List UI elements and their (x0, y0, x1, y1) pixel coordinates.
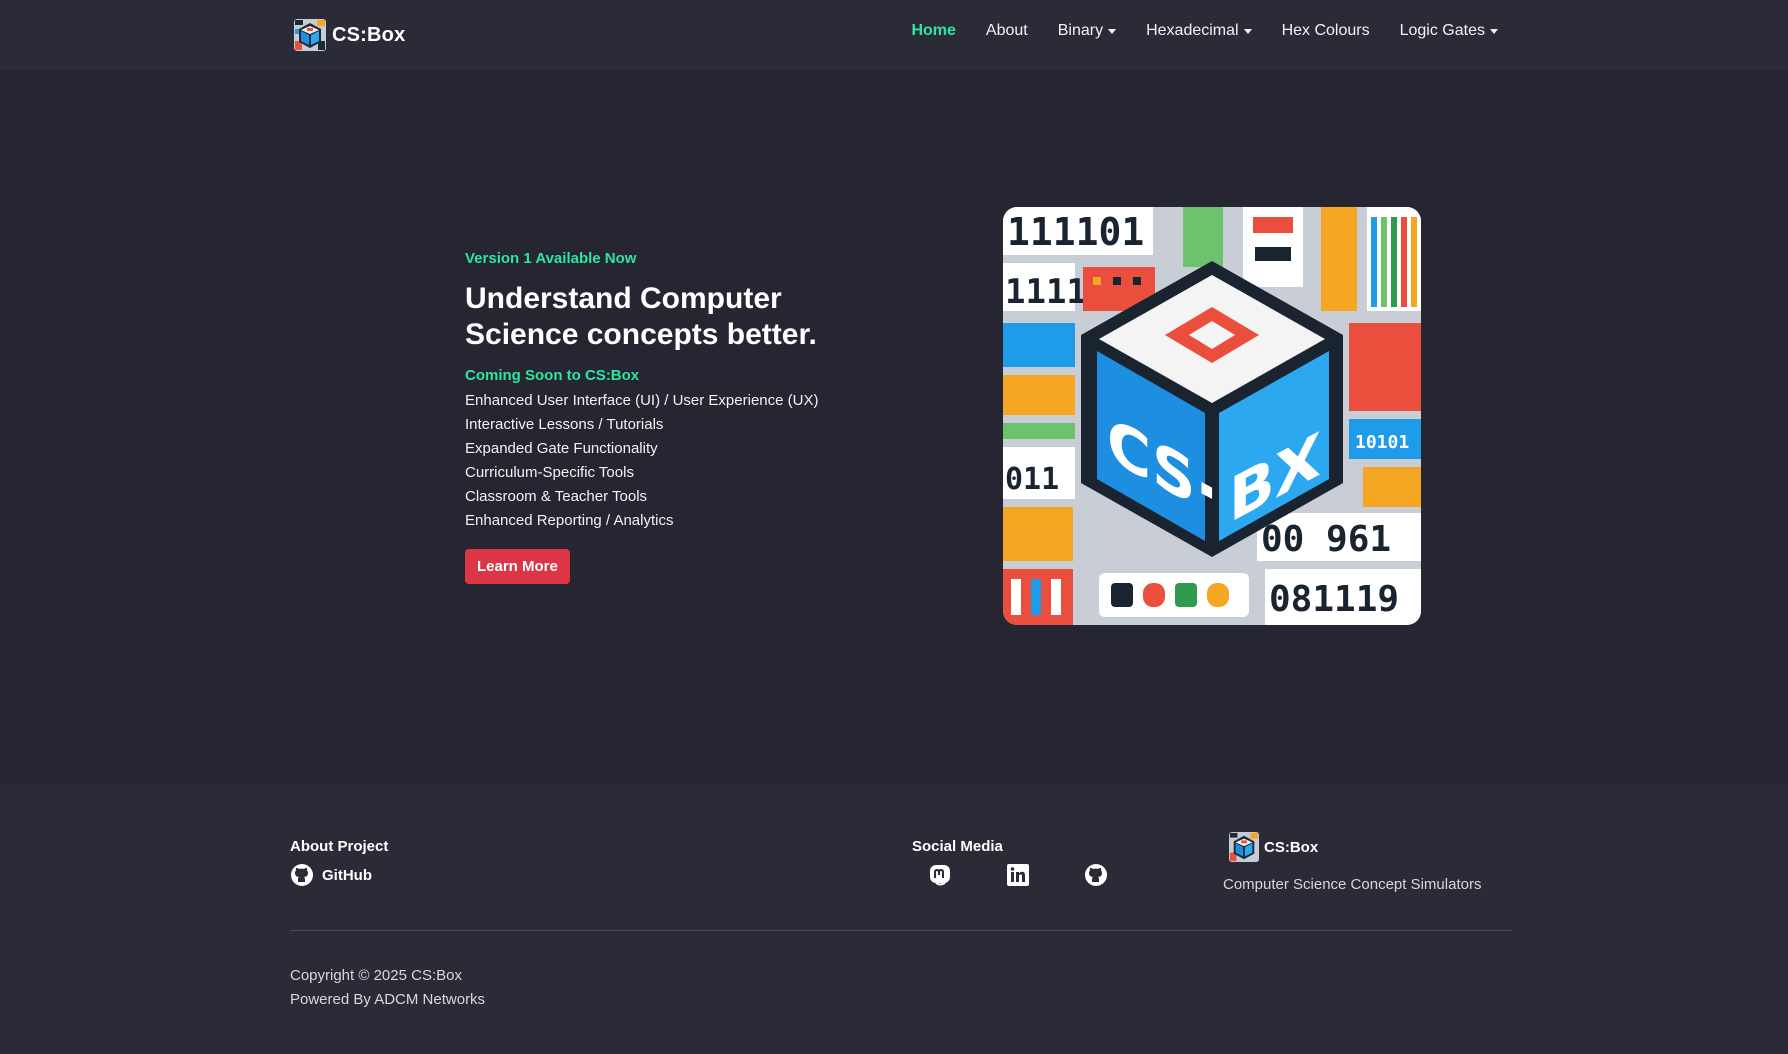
nav-logic-gates-label: Logic Gates (1399, 22, 1485, 39)
nav-links: Home About Binary Hexadecimal Hex Colour… (911, 22, 1498, 40)
hero-headline-line-1: Understand Computer (465, 282, 782, 315)
feature-item: Expanded Gate Functionality (465, 440, 658, 457)
footer-github-label: GitHub (322, 866, 372, 884)
nav-hexadecimal-dropdown[interactable]: Hexadecimal (1146, 22, 1252, 40)
footer-brand-description: Computer Science Concept Simulators (1223, 876, 1482, 893)
footer-about-column: About Project GitHub (290, 838, 388, 887)
illustration-number-2: 081119 (1269, 579, 1399, 620)
brand-link[interactable]: CS:Box (294, 18, 405, 52)
feature-item: Classroom & Teacher Tools (465, 488, 648, 505)
cs-box-logo-icon (1229, 832, 1259, 862)
nav-about-label: About (985, 22, 1028, 39)
nav-about[interactable]: About (986, 22, 1028, 40)
github-icon[interactable] (1084, 863, 1108, 887)
caret-down-icon (1490, 28, 1498, 34)
navbar: CS:Box Home About Binary Hexadecimal Hex… (0, 0, 1788, 70)
hero-headline: Understand Computer Science concepts bet… (465, 281, 885, 353)
mastodon-icon[interactable] (928, 863, 952, 887)
cs-box-illustration: 111101 1111 011 10101 00 961 081119 CS· … (1003, 207, 1421, 625)
illustration-binary-4: 10101 (1355, 432, 1409, 453)
hero-illustration: 111101 1111 011 10101 00 961 081119 CS· … (1003, 207, 1421, 625)
feature-item: Interactive Lessons / Tutorials (465, 416, 664, 433)
nav-hex-colours[interactable]: Hex Colours (1282, 22, 1370, 40)
cs-box-logo-icon (294, 19, 326, 51)
copyright-text: Copyright © 2025 CS:Box (290, 967, 462, 984)
illustration-binary-1: 111101 (1007, 210, 1144, 254)
illustration-binary-3: 011 (1005, 462, 1059, 497)
feature-item: Curriculum-Specific Tools (465, 464, 634, 481)
nav-home[interactable]: Home (911, 22, 955, 40)
coming-soon-heading: Coming Soon to CS:Box (465, 367, 640, 384)
hero-headline-line-2: Science concepts better. (465, 318, 817, 351)
footer-brand-name: CS:Box (1264, 838, 1319, 856)
footer-social-title: Social Media (912, 838, 1003, 855)
brand-name: CS:Box (332, 23, 406, 46)
footer-copyright: Copyright © 2025 CS:Box Powered By ADCM … (290, 964, 485, 1012)
caret-down-icon (1243, 28, 1252, 34)
feature-list: Enhanced User Interface (UI) / User Expe… (465, 389, 885, 533)
feature-item: Enhanced Reporting / Analytics (465, 512, 674, 529)
footer-brand: CS:Box (1229, 832, 1481, 862)
nav-binary-dropdown[interactable]: Binary (1057, 22, 1117, 40)
learn-more-button[interactable]: Learn More (465, 549, 570, 584)
footer: About Project GitHub Social Media CS:Box… (0, 784, 1788, 1054)
nav-home-label: Home (911, 22, 956, 39)
footer-github-link[interactable]: GitHub (290, 863, 388, 887)
feature-item: Enhanced User Interface (UI) / User Expe… (465, 392, 819, 409)
caret-down-icon (1108, 28, 1117, 34)
nav-hex-colours-label: Hex Colours (1281, 22, 1370, 39)
footer-about-title: About Project (290, 838, 389, 855)
illustration-number-1: 00 961 (1261, 519, 1391, 560)
footer-social-column: Social Media (912, 838, 1108, 887)
illustration-binary-2: 1111 (1005, 272, 1087, 312)
nav-logic-gates-dropdown[interactable]: Logic Gates (1400, 22, 1498, 40)
nav-binary-label: Binary (1057, 22, 1104, 39)
social-icons (912, 863, 1108, 887)
powered-by-text: Powered By ADCM Networks (290, 991, 486, 1008)
footer-brand-column: CS:Box Computer Science Concept Simulato… (1223, 832, 1481, 893)
hero-section: Version 1 Available Now Understand Compu… (465, 250, 885, 584)
nav-hexadecimal-label: Hexadecimal (1146, 22, 1239, 39)
hero-tagline: Version 1 Available Now (465, 250, 637, 267)
linkedin-icon[interactable] (1006, 863, 1030, 887)
github-icon (291, 864, 313, 886)
footer-divider (290, 930, 1512, 931)
